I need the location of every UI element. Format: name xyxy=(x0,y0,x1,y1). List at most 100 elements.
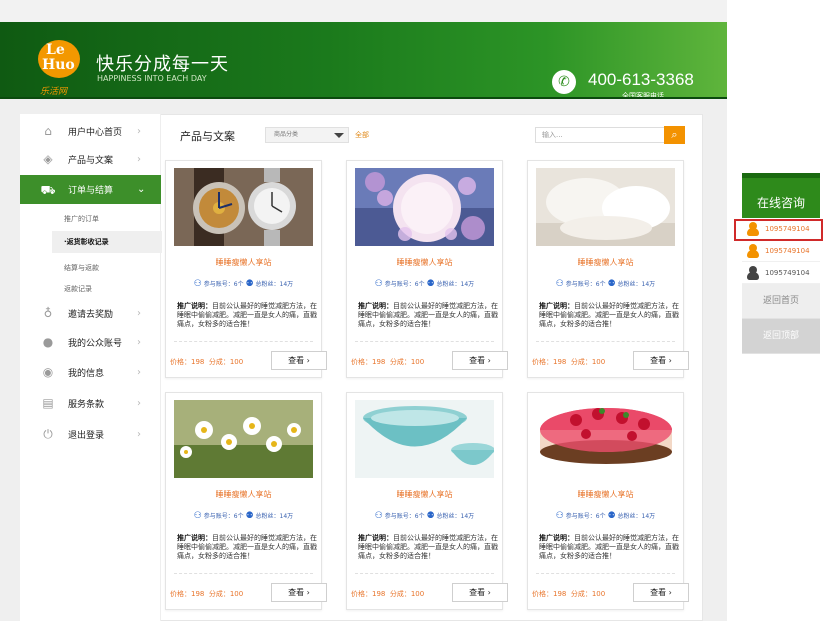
product-title[interactable]: 睡睡瘦懒人享站 xyxy=(528,489,683,500)
card-divider xyxy=(355,573,494,574)
product-meta: ⚇ 参与账号：6个 ⚉ 总粉丝：14万 xyxy=(528,279,683,289)
sidebar-item-label: 订单与结算 xyxy=(68,186,114,196)
subitem-settlement[interactable]: 结算与返款 xyxy=(64,263,99,273)
user-add-icon: ⚉ xyxy=(607,279,616,289)
view-button-label: 查看 xyxy=(288,356,305,365)
view-button-label: 查看 xyxy=(650,356,667,365)
product-meta: ⚇ 参与账号：6个 ⚉ 总粉丝：14万 xyxy=(347,279,502,289)
product-image-bowls[interactable] xyxy=(355,400,494,478)
layers-icon: ◈ xyxy=(43,152,53,166)
product-card: 睡睡瘦懒人享站 ⚇ 参与账号：6个 ⚉ 总粉丝：14万 推广说明：目前公认最好的… xyxy=(346,392,508,610)
followers-count: 总粉丝：14万 xyxy=(436,281,475,288)
back-to-top-button[interactable]: 返回顶部 xyxy=(742,319,820,354)
product-image-pillows[interactable] xyxy=(536,168,675,246)
sidebar-item-terms[interactable]: ▤ 服务条款 › xyxy=(20,390,161,416)
view-button-label: 查看 xyxy=(650,588,667,597)
qq-number: 1095749104 xyxy=(765,268,810,277)
product-description: 推广说明：目前公认最好的睡觉减肥方法，在睡眠中偷偷减肥。减肥一直是女人的痛，直戳… xyxy=(539,302,679,329)
user-add-icon: ⚉ xyxy=(426,279,435,289)
sidebar-item-label: 产品与文案 xyxy=(68,155,114,166)
subitem-promoted-orders[interactable]: 推广的订单 xyxy=(64,214,99,224)
category-select[interactable]: 商品分类 xyxy=(265,127,349,143)
sidebar-item-invite[interactable]: ♁ 邀请去奖励 › xyxy=(20,300,161,326)
site-logo[interactable]: Le Huo 乐活网 xyxy=(38,40,86,97)
dropdown-arrow-icon xyxy=(334,133,344,138)
page-title: 产品与文案 xyxy=(180,130,235,143)
hotline-label: 全国客服电话 xyxy=(622,92,664,100)
qq-icon xyxy=(746,243,760,258)
chevron-right-icon: › xyxy=(137,153,141,165)
card-divider xyxy=(536,341,675,342)
product-meta: ⚇ 参与账号：6个 ⚉ 总粉丝：14万 xyxy=(166,279,321,289)
chevron-right-icon: › xyxy=(487,588,491,597)
chevron-right-icon: › xyxy=(487,356,491,365)
product-price: 价格：198 分成：100 xyxy=(532,357,605,367)
description-label: 推广说明： xyxy=(177,302,212,310)
product-description: 推广说明：目前公认最好的睡觉减肥方法，在睡眠中偷偷减肥。减肥一直是女人的痛，直戳… xyxy=(177,302,317,329)
participants-count: 参与账号：6个 xyxy=(384,513,425,520)
sidebar-item-label: 用户中心首页 xyxy=(68,127,123,138)
share-value: 分成：100 xyxy=(389,590,425,598)
product-title[interactable]: 睡睡瘦懒人享站 xyxy=(528,257,683,268)
view-button[interactable]: 查看 › xyxy=(633,583,689,602)
sidebar-item-products[interactable]: ◈ 产品与文案 › xyxy=(20,146,161,172)
sidebar-item-label: 邀请去奖励 xyxy=(68,309,114,320)
subitem-refund-records[interactable]: 返款记录 xyxy=(64,284,92,294)
share-value: 分成：100 xyxy=(570,590,606,598)
sidebar-item-orders[interactable]: ⛟ 订单与结算 ⌄ xyxy=(20,175,161,204)
product-image-watch[interactable] xyxy=(174,168,313,246)
slogan: 快乐分成每一天 xyxy=(96,54,229,75)
gift-icon: ♁ xyxy=(43,306,53,320)
sidebar-item-my-info[interactable]: ◉ 我的信息 › xyxy=(20,359,161,385)
product-title[interactable]: 睡睡瘦懒人享站 xyxy=(166,489,321,500)
user-add-icon: ⚉ xyxy=(245,511,254,521)
description-label: 推广说明： xyxy=(539,534,574,542)
price-value: 价格：198 xyxy=(170,358,205,366)
product-card: 睡睡瘦懒人享站 ⚇ 参与账号：6个 ⚉ 总粉丝：14万 推广说明：目前公认最好的… xyxy=(527,160,689,378)
sidebar-item-home[interactable]: ⌂ 用户中心首页 › xyxy=(20,118,161,144)
qq-contact-2[interactable]: 1095749104 xyxy=(742,240,820,262)
share-value: 分成：100 xyxy=(570,358,606,366)
search-button[interactable]: ⌕ xyxy=(664,126,685,144)
users-icon: ⚇ xyxy=(374,511,383,521)
sidebar-item-public-account[interactable]: ● 我的公众账号 › xyxy=(20,329,161,355)
chevron-right-icon: › xyxy=(306,588,310,597)
product-meta: ⚇ 参与账号：6个 ⚉ 总粉丝：14万 xyxy=(166,511,321,521)
price-value: 价格：198 xyxy=(351,358,386,366)
view-button-label: 查看 xyxy=(288,588,305,597)
product-meta: ⚇ 参与账号：6个 ⚉ 总粉丝：14万 xyxy=(347,511,502,521)
product-image-lantern[interactable] xyxy=(355,168,494,246)
chevron-right-icon: › xyxy=(137,307,141,319)
view-button[interactable]: 查看 › xyxy=(633,351,689,370)
card-divider xyxy=(174,573,313,574)
search-input[interactable]: 输入... xyxy=(535,127,665,143)
qq-contact-3[interactable]: 1095749104 xyxy=(742,262,820,284)
view-button[interactable]: 查看 › xyxy=(452,351,508,370)
user-icon: ● xyxy=(42,335,54,349)
logo-le: Le xyxy=(46,42,65,58)
qq-icon xyxy=(746,221,760,236)
back-home-button[interactable]: 返回首页 xyxy=(742,284,820,319)
view-button[interactable]: 查看 › xyxy=(271,351,327,370)
category-all-link[interactable]: 全部 xyxy=(355,130,369,140)
product-title[interactable]: 睡睡瘦懒人享站 xyxy=(347,257,502,268)
product-image-daisies[interactable] xyxy=(174,400,313,478)
product-price: 价格：198 分成：100 xyxy=(170,589,243,599)
followers-count: 总粉丝：14万 xyxy=(617,281,656,288)
phone-icon: ✆ xyxy=(552,70,576,94)
chevron-right-icon: › xyxy=(137,397,141,409)
product-price: 价格：198 分成：100 xyxy=(351,589,424,599)
product-price: 价格：198 分成：100 xyxy=(351,357,424,367)
view-button-label: 查看 xyxy=(469,588,486,597)
sidebar-item-logout[interactable]: ⏻ 退出登录 › xyxy=(20,421,161,447)
qq-number: 1095749104 xyxy=(765,224,810,233)
home-icon: ⌂ xyxy=(44,124,52,138)
view-button[interactable]: 查看 › xyxy=(271,583,327,602)
product-title[interactable]: 睡睡瘦懒人享站 xyxy=(166,257,321,268)
product-price: 价格：198 分成：100 xyxy=(532,589,605,599)
product-title[interactable]: 睡睡瘦懒人享站 xyxy=(347,489,502,500)
product-image-cake[interactable] xyxy=(536,400,675,478)
online-consult-panel: 在线咨询 1095749104 1095749104 1095749104 返回… xyxy=(742,173,820,354)
view-button[interactable]: 查看 › xyxy=(452,583,508,602)
subitem-return-records[interactable]: ·返货彰收记录 xyxy=(52,231,162,253)
